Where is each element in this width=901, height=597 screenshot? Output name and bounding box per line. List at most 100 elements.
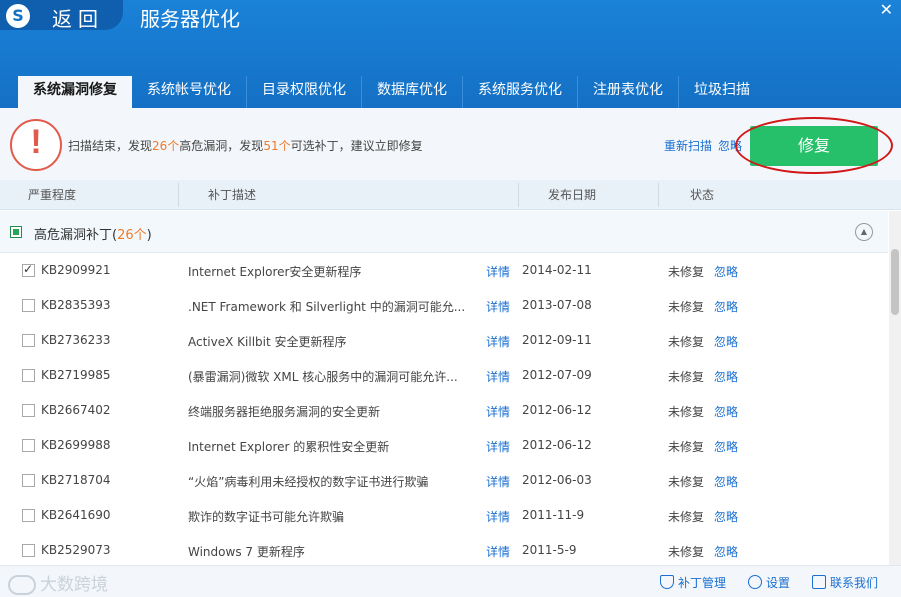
table-row[interactable]: KB2719985 (暴雷漏洞)微软 XML 核心服务中的漏洞可能允许... 详… <box>0 358 888 393</box>
col-description[interactable]: 补丁描述 <box>208 180 256 210</box>
patch-description: “火焰”病毒利用未经授权的数字证书进行欺骗 <box>188 475 429 489</box>
group-label-close: ) <box>146 228 152 243</box>
patch-state: 未修复 <box>668 300 705 314</box>
summary-text-b: 高危漏洞，发现 <box>179 139 264 153</box>
kb-id: KB2719985 <box>41 368 111 382</box>
tab-dir-permission[interactable]: 目录权限优化 <box>247 76 362 108</box>
chat-icon <box>812 575 826 589</box>
tab-bar: 系统漏洞修复 系统帐号优化 目录权限优化 数据库优化 系统服务优化 注册表优化 … <box>18 76 765 108</box>
table-row[interactable]: KB2529073 Windows 7 更新程序 详情 2011-5-9 未修复… <box>0 533 888 565</box>
detail-link[interactable]: 详情 <box>486 403 510 420</box>
row-checkbox[interactable] <box>22 334 35 347</box>
kb-id: KB2909921 <box>41 263 111 277</box>
detail-link[interactable]: 详情 <box>486 473 510 490</box>
title-bar: S 返回 服务器优化 ✕ 系统漏洞修复 系统帐号优化 目录权限优化 数据库优化 … <box>0 0 901 108</box>
kb-id: KB2529073 <box>41 543 111 557</box>
scroll-thumb[interactable] <box>891 249 899 315</box>
table-row[interactable]: KB2736233 ActiveX Killbit 安全更新程序 详情 2012… <box>0 323 888 358</box>
table-row[interactable]: KB2641690 欺诈的数字证书可能允许欺骗 详情 2011-11-9 未修复… <box>0 498 888 533</box>
ignore-link[interactable]: 忽略 <box>714 333 738 350</box>
table-row[interactable]: KB2718704 “火焰”病毒利用未经授权的数字证书进行欺骗 详情 2012-… <box>0 463 888 498</box>
release-date: 2011-11-9 <box>522 508 585 522</box>
row-checkbox[interactable] <box>22 509 35 522</box>
contact-us-link[interactable]: 联系我们 <box>812 574 878 591</box>
row-checkbox[interactable] <box>22 404 35 417</box>
row-checkbox[interactable] <box>22 262 35 277</box>
vuln-count: 26个 <box>152 139 180 153</box>
release-date: 2011-5-9 <box>522 543 577 557</box>
ignore-link[interactable]: 忽略 <box>714 368 738 385</box>
group-checkbox[interactable] <box>10 226 22 238</box>
ignore-link[interactable]: 忽略 <box>714 263 738 280</box>
row-checkbox[interactable] <box>22 474 35 487</box>
release-date: 2013-07-08 <box>522 298 592 312</box>
tab-vuln-fix[interactable]: 系统漏洞修复 <box>18 76 132 108</box>
table-row[interactable]: KB2909921 Internet Explorer安全更新程序 详情 201… <box>0 253 888 288</box>
collapse-icon[interactable]: ▲ <box>855 223 873 241</box>
patch-state: 未修复 <box>668 335 705 349</box>
summary-text-c: 可选补丁，建议立即修复 <box>290 139 423 153</box>
table-row[interactable]: KB2667402 终端服务器拒绝服务漏洞的安全更新 详情 2012-06-12… <box>0 393 888 428</box>
kb-id: KB2718704 <box>41 473 111 487</box>
patch-management-label: 补丁管理 <box>678 576 727 590</box>
kb-id: KB2641690 <box>41 508 111 522</box>
close-icon[interactable]: ✕ <box>880 0 893 19</box>
table-row[interactable]: KB2835393 .NET Framework 和 Silverlight 中… <box>0 288 888 323</box>
back-button[interactable]: S 返回 <box>0 0 123 31</box>
ignore-link[interactable]: 忽略 <box>714 403 738 420</box>
back-label: 返回 <box>52 7 104 31</box>
detail-link[interactable]: 详情 <box>486 333 510 350</box>
detail-link[interactable]: 详情 <box>486 438 510 455</box>
detail-link[interactable]: 详情 <box>486 263 510 280</box>
watermark: 大数跨境 <box>8 570 108 595</box>
patch-description: ActiveX Killbit 安全更新程序 <box>188 335 347 349</box>
detail-link[interactable]: 详情 <box>486 298 510 315</box>
summary-text-a: 扫描结束，发现 <box>68 139 153 153</box>
table-row[interactable]: KB2699988 Internet Explorer 的累积性安全更新 详情 … <box>0 428 888 463</box>
tab-database[interactable]: 数据库优化 <box>362 76 463 108</box>
row-checkbox[interactable] <box>22 369 35 382</box>
detail-link[interactable]: 详情 <box>486 368 510 385</box>
detail-link[interactable]: 详情 <box>486 543 510 560</box>
gear-icon <box>748 575 762 589</box>
patch-description: Internet Explorer 的累积性安全更新 <box>188 440 390 454</box>
ignore-link[interactable]: 忽略 <box>714 438 738 455</box>
rescan-link[interactable]: 重新扫描 <box>664 137 712 154</box>
col-state[interactable]: 状态 <box>690 180 714 210</box>
scan-summary: 扫描结束，发现26个高危漏洞，发现51个可选补丁，建议立即修复 <box>68 137 423 154</box>
release-date: 2012-06-03 <box>522 473 592 487</box>
group-label-text: 高危漏洞补丁( <box>34 228 118 243</box>
kb-id: KB2835393 <box>41 298 111 312</box>
patch-state: 未修复 <box>668 405 705 419</box>
patch-management-link[interactable]: 补丁管理 <box>660 574 726 591</box>
patch-state: 未修复 <box>668 510 705 524</box>
watermark-text: 大数跨境 <box>40 575 108 595</box>
tab-services[interactable]: 系统服务优化 <box>463 76 578 108</box>
group-label: 高危漏洞补丁(26个) <box>34 224 152 243</box>
row-checkbox[interactable] <box>22 299 35 312</box>
row-checkbox[interactable] <box>22 544 35 557</box>
row-checkbox[interactable] <box>22 439 35 452</box>
release-date: 2012-06-12 <box>522 403 592 417</box>
release-date: 2014-02-11 <box>522 263 592 277</box>
vertical-scrollbar[interactable] <box>889 211 901 565</box>
ignore-link[interactable]: 忽略 <box>714 543 738 560</box>
group-high-risk[interactable]: 高危漏洞补丁(26个) ▲ <box>0 211 888 253</box>
patch-count: 51个 <box>263 139 291 153</box>
contact-us-label: 联系我们 <box>830 576 879 590</box>
ignore-all-link[interactable]: 忽略 <box>718 137 742 154</box>
ignore-link[interactable]: 忽略 <box>714 473 738 490</box>
detail-link[interactable]: 详情 <box>486 508 510 525</box>
ignore-link[interactable]: 忽略 <box>714 508 738 525</box>
ignore-link[interactable]: 忽略 <box>714 298 738 315</box>
col-date[interactable]: 发布日期 <box>548 180 596 210</box>
settings-link[interactable]: 设置 <box>748 574 790 591</box>
tab-account-optimize[interactable]: 系统帐号优化 <box>132 76 247 108</box>
warning-icon <box>10 119 62 171</box>
patch-state: 未修复 <box>668 475 705 489</box>
tab-registry[interactable]: 注册表优化 <box>578 76 679 108</box>
fix-button[interactable]: 修复 <box>750 126 878 166</box>
tab-junk-scan[interactable]: 垃圾扫描 <box>679 76 765 108</box>
app-logo-icon: S <box>6 4 30 28</box>
col-severity[interactable]: 严重程度 <box>28 180 76 210</box>
